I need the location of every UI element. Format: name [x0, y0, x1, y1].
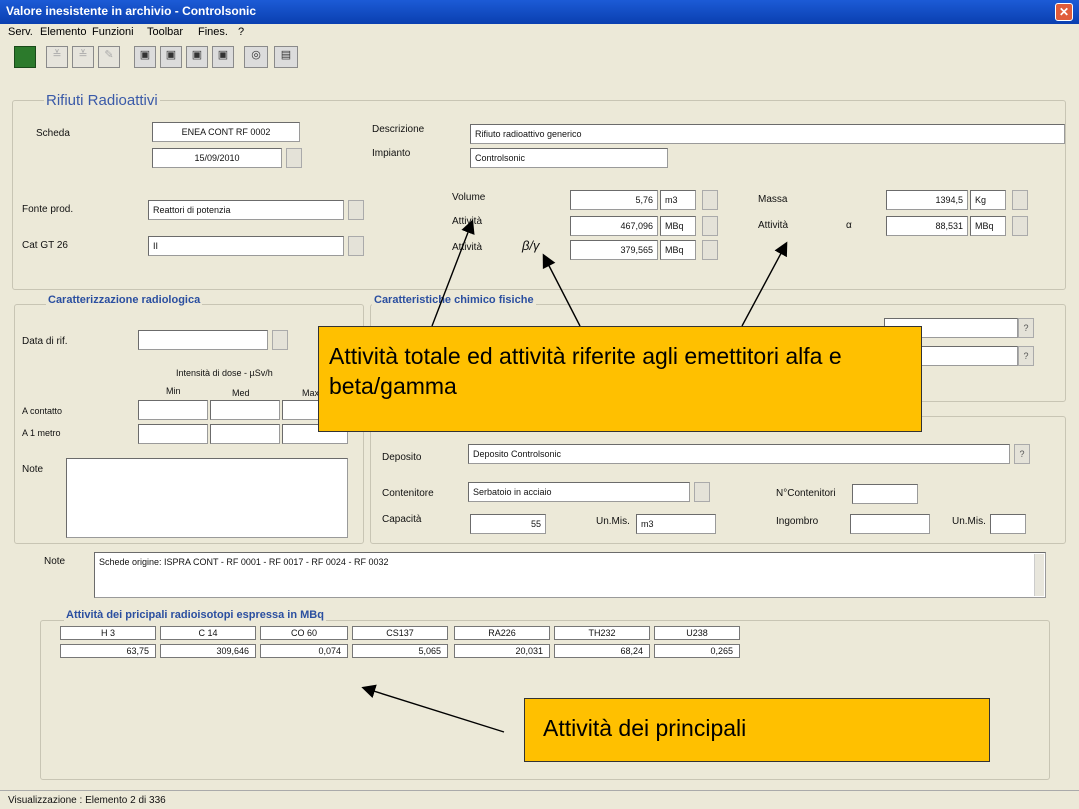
arrow-beta-gamma [542, 253, 581, 327]
arrow-principali [361, 684, 505, 733]
status-bar: Visualizzazione : Elemento 2 di 336 [0, 790, 1079, 809]
annotation-arrows [361, 219, 788, 733]
arrow-attivita [431, 219, 475, 327]
status-text: Visualizzazione : Elemento 2 di 336 [8, 795, 166, 806]
app-window: Valore inesistente in archivio - Control… [0, 0, 1079, 809]
arrow-alpha [741, 241, 788, 327]
